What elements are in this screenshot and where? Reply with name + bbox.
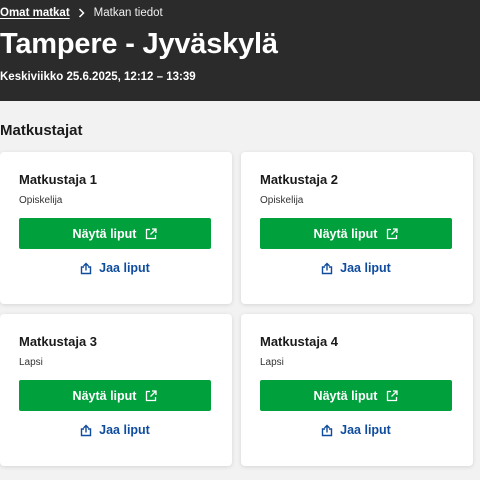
- passenger-card-3: Matkustaja 3 Lapsi Näytä liput Jaa liput: [0, 314, 232, 466]
- external-link-icon: [387, 389, 399, 401]
- share-icon: [321, 262, 333, 274]
- chevron-right-icon: [70, 7, 94, 19]
- show-tickets-label: Näytä liput: [72, 388, 137, 403]
- external-link-icon: [146, 389, 158, 401]
- passenger-name: Matkustaja 1: [19, 172, 98, 187]
- passenger-type: Lapsi: [19, 357, 43, 368]
- share-tickets-label: Jaa liput: [99, 423, 150, 437]
- share-icon: [80, 262, 92, 274]
- show-tickets-button[interactable]: Näytä liput: [260, 218, 452, 249]
- show-tickets-label: Näytä liput: [313, 226, 378, 241]
- breadcrumb-current: Matkan tiedot: [93, 7, 163, 19]
- show-tickets-button[interactable]: Näytä liput: [19, 218, 211, 249]
- share-tickets-button[interactable]: Jaa liput: [260, 420, 452, 440]
- passenger-card-2: Matkustaja 2 Opiskelija Näytä liput Jaa …: [241, 152, 473, 304]
- show-tickets-button[interactable]: Näytä liput: [260, 380, 452, 411]
- share-tickets-button[interactable]: Jaa liput: [19, 420, 211, 440]
- page-title: Tampere - Jyväskylä: [0, 28, 278, 60]
- share-tickets-label: Jaa liput: [340, 261, 391, 275]
- share-icon: [321, 424, 333, 436]
- external-link-icon: [146, 227, 158, 239]
- passenger-type: Opiskelija: [260, 195, 304, 206]
- show-tickets-button[interactable]: Näytä liput: [19, 380, 211, 411]
- page-header: Omat matkat Matkan tiedot Tampere - Jyvä…: [0, 0, 480, 101]
- share-tickets-button[interactable]: Jaa liput: [260, 258, 452, 278]
- share-tickets-button[interactable]: Jaa liput: [19, 258, 211, 278]
- passenger-name: Matkustaja 4: [260, 334, 339, 349]
- passenger-name: Matkustaja 2: [260, 172, 339, 187]
- breadcrumb: Omat matkat Matkan tiedot: [0, 6, 163, 20]
- share-tickets-label: Jaa liput: [340, 423, 391, 437]
- trip-time: Keskiviikko 25.6.2025, 12:12 – 13:39: [0, 71, 196, 83]
- passenger-type: Opiskelija: [19, 195, 63, 206]
- passenger-type: Lapsi: [260, 357, 284, 368]
- passenger-name: Matkustaja 3: [19, 334, 98, 349]
- passenger-card-4: Matkustaja 4 Lapsi Näytä liput Jaa liput: [241, 314, 473, 466]
- show-tickets-label: Näytä liput: [72, 226, 137, 241]
- section-title: Matkustajat: [0, 122, 83, 139]
- share-icon: [80, 424, 92, 436]
- passenger-card-1: Matkustaja 1 Opiskelija Näytä liput Jaa …: [0, 152, 232, 304]
- share-tickets-label: Jaa liput: [99, 261, 150, 275]
- external-link-icon: [387, 227, 399, 239]
- breadcrumb-link-omat-matkat[interactable]: Omat matkat: [0, 7, 70, 19]
- show-tickets-label: Näytä liput: [313, 388, 378, 403]
